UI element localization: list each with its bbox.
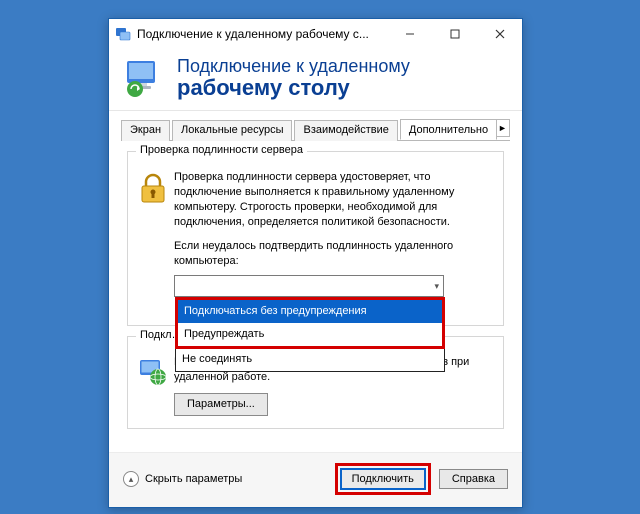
auth-option-warn[interactable]: Предупреждать [178,323,442,346]
tab-panel-advanced: Проверка подлинности сервера Проверка по… [109,141,522,445]
connect-button[interactable]: Подключить [340,468,426,490]
auth-option-do-not-connect[interactable]: Не соединять [176,348,444,371]
titlebar: Подключение к удаленному рабочему с... [109,19,522,49]
connect-highlight: Подключить [335,463,431,495]
auth-description: Проверка подлинности сервера удостоверяе… [174,171,454,228]
tab-display[interactable]: Экран [121,120,170,141]
lock-icon [138,170,174,297]
tab-local-resources[interactable]: Локальные ресурсы [172,120,292,141]
gateway-settings-button[interactable]: Параметры... [174,393,268,416]
tab-advanced[interactable]: Дополнительно [400,119,497,140]
group-server-auth-legend: Проверка подлинности сервера [136,144,307,156]
help-button[interactable]: Справка [439,469,508,489]
hide-options-label: Скрыть параметры [145,473,242,485]
chevron-up-icon: ▴ [123,471,139,487]
tab-strip: Экран Локальные ресурсы Взаимодействие Д… [109,111,522,141]
rdp-dialog: Подключение к удаленному рабочему с... [108,18,523,508]
close-button[interactable] [477,19,522,49]
auth-option-connect-no-warning[interactable]: Подключаться без предупреждения [178,300,442,323]
banner-line2: рабочему столу [177,76,410,100]
auth-action-dropdown: Подключаться без предупреждения Предупре… [175,297,445,372]
minimize-button[interactable] [387,19,432,49]
header-banner: Подключение к удаленному рабочему столу [109,49,522,111]
group-server-auth: Проверка подлинности сервера Проверка по… [127,151,504,326]
rdp-logo-icon [123,57,167,101]
chevron-down-icon: ▾ [434,280,439,292]
banner-line1: Подключение к удаленному [177,57,410,77]
app-icon [115,26,131,42]
hide-options-toggle[interactable]: ▴ Скрыть параметры [123,471,242,487]
dialog-footer: ▴ Скрыть параметры Подключить Справка [109,452,522,507]
auth-action-combo[interactable]: ▾ Подключаться без предупреждения Предуп… [174,275,444,297]
banner-text: Подключение к удаленному рабочему столу [177,57,410,101]
window-buttons [387,19,522,49]
auth-sub-label: Если неудалось подтвердить подлинность у… [174,239,493,269]
globe-monitor-icon [138,355,174,416]
tab-experience[interactable]: Взаимодействие [294,120,397,141]
window-title: Подключение к удаленному рабочему с... [137,27,387,41]
maximize-button[interactable] [432,19,477,49]
